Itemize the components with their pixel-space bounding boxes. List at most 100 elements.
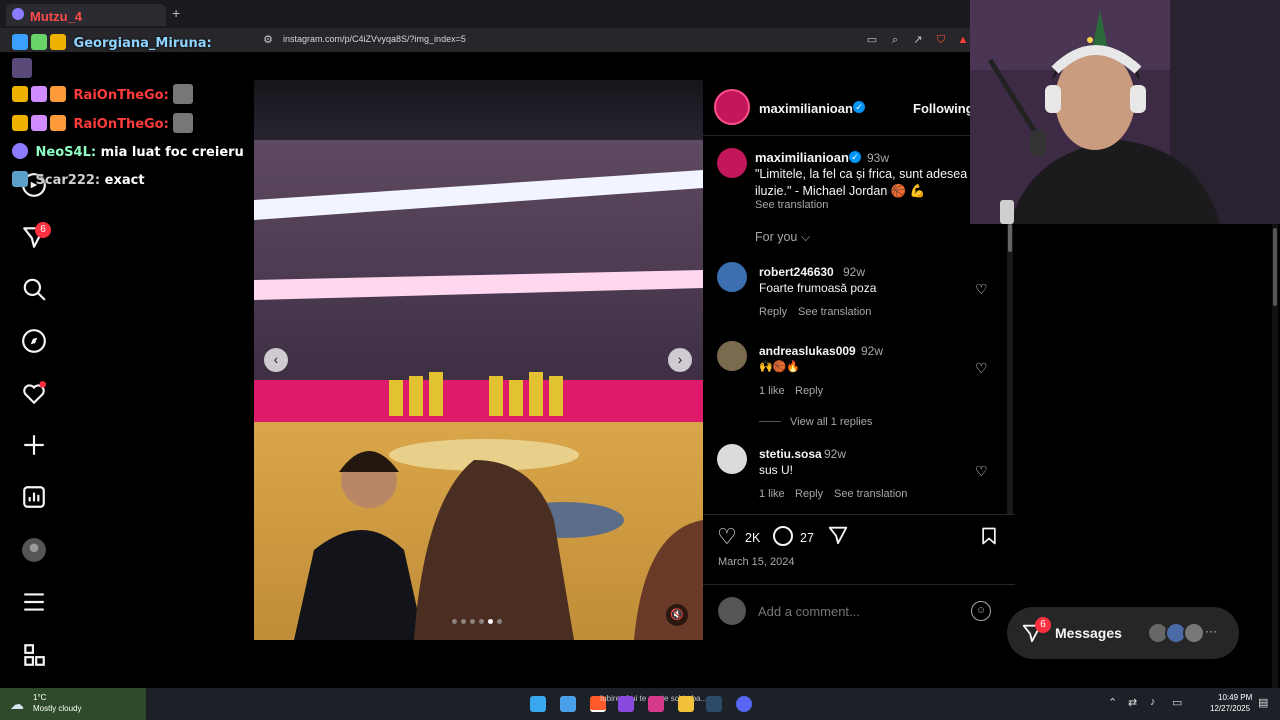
more-icon[interactable]: ···	[1205, 624, 1217, 638]
zoom-icon[interactable]: ⌕	[889, 34, 901, 46]
comment-icon[interactable]	[773, 526, 793, 546]
page-scrollbar-thumb[interactable]	[1273, 228, 1277, 306]
direct-icon[interactable]: 6	[21, 222, 51, 250]
chat-badge	[12, 34, 28, 50]
folder-icon[interactable]	[678, 696, 694, 712]
carousel-dot	[470, 619, 475, 624]
dashboard-icon[interactable]	[21, 484, 47, 510]
comment-likes[interactable]: 1 like	[759, 488, 785, 500]
comment-text: sus U!	[759, 463, 794, 477]
start-icon[interactable]	[530, 696, 546, 712]
previous-image-button[interactable]: ‹	[264, 348, 288, 372]
comment-time: 92w	[843, 265, 866, 279]
new-tab-button[interactable]: +	[172, 5, 180, 21]
my-avatar	[718, 597, 746, 625]
like-comment-icon[interactable]: ♡	[975, 463, 988, 480]
explore-icon[interactable]	[21, 328, 47, 354]
comment-input[interactable]	[758, 602, 958, 620]
display-icon[interactable]: ▭	[1172, 696, 1182, 709]
like-count[interactable]: 2K	[745, 531, 760, 545]
view-replies-button[interactable]: View all 1 replies	[790, 416, 872, 428]
carousel-dot	[452, 619, 457, 624]
comment-count[interactable]: 27	[800, 531, 814, 545]
clock-time[interactable]: 10:49 PM	[1218, 693, 1252, 702]
more-apps-icon[interactable]	[21, 642, 47, 668]
like-comment-icon[interactable]: ♡	[975, 360, 988, 377]
comment-avatar[interactable]	[717, 262, 747, 292]
caption-see-translation[interactable]: See translation	[755, 199, 828, 211]
chat-badge	[12, 171, 28, 187]
app-icon[interactable]	[618, 696, 634, 712]
heart-icon[interactable]	[21, 380, 47, 406]
share-icon[interactable]	[827, 524, 849, 551]
volume-icon[interactable]: ♪	[1150, 696, 1156, 708]
tray-chevron-icon[interactable]: ⌃	[1108, 696, 1117, 709]
author-username[interactable]: maximilianioan	[759, 101, 853, 116]
see-translation-button[interactable]: See translation	[834, 488, 907, 500]
comment-username[interactable]: stetiu.sosa	[759, 447, 822, 461]
media-icon[interactable]: ▭	[866, 34, 878, 46]
carousel-dot-active	[488, 619, 493, 624]
replies-line	[759, 421, 781, 422]
brave-rewards-icon[interactable]: ▲	[957, 34, 969, 46]
chat-user: NeoS4L:	[35, 145, 97, 160]
share-icon[interactable]: ↗	[912, 34, 924, 46]
search-icon[interactable]	[21, 276, 47, 302]
emoji-icon[interactable]: ☺	[971, 601, 991, 621]
save-icon[interactable]	[979, 526, 999, 551]
mute-icon[interactable]: 🔇	[666, 604, 688, 626]
clock-date[interactable]: 12/27/2025	[1210, 704, 1250, 713]
caption-username[interactable]: maximilianioan	[755, 150, 849, 165]
comment-username[interactable]: robert246630	[759, 265, 834, 279]
chat-badge	[12, 86, 28, 102]
chat-avatar	[173, 113, 194, 133]
like-icon[interactable]: ♡	[717, 524, 737, 550]
comment-avatar[interactable]	[717, 341, 747, 371]
chevron-down-icon: ⌵	[800, 230, 811, 244]
webcam-overlay	[970, 0, 1280, 224]
post-details-panel: maximilianioan ✓ Following maximilianioa…	[703, 80, 1015, 640]
reply-button[interactable]: Reply	[759, 306, 787, 318]
network-icon[interactable]: ⇄	[1128, 696, 1137, 709]
caption-avatar[interactable]	[717, 148, 747, 178]
chat-user: Georgiana_Miruna:	[73, 36, 212, 51]
chat-user: RaiOnTheGo:	[73, 88, 169, 103]
author-avatar[interactable]	[714, 89, 750, 125]
menu-icon[interactable]	[21, 589, 47, 615]
create-icon[interactable]	[21, 432, 47, 458]
carousel-dots	[452, 618, 506, 626]
url-text[interactable]: instagram.com/p/C4iZVvyqa8S/?img_index=5	[283, 34, 466, 44]
site-settings-icon[interactable]: ⚙	[262, 34, 274, 46]
for-you-filter[interactable]: For you ⌵	[755, 230, 810, 245]
browser-tab[interactable]: Mutzu_4	[6, 4, 166, 26]
reply-button[interactable]: Reply	[795, 385, 823, 397]
profile-avatar[interactable]	[21, 537, 47, 563]
see-translation-button[interactable]: See translation	[798, 306, 871, 318]
tab-favicon	[12, 8, 24, 20]
comments-scrollbar[interactable]	[1007, 224, 1013, 514]
windows-taskbar: ☁ 1°C Mostly cloudy Iubirea Lui te poate…	[0, 688, 1280, 720]
comments-scrollbar-thumb[interactable]	[1008, 224, 1012, 252]
weather-widget[interactable]: ☁ 1°C Mostly cloudy	[0, 688, 146, 720]
taskview-icon[interactable]	[560, 696, 576, 712]
post-date: March 15, 2024	[718, 556, 795, 568]
messages-button[interactable]: 6 Messages ···	[1007, 607, 1239, 659]
comment-avatar[interactable]	[717, 444, 747, 474]
following-button[interactable]: Following	[913, 101, 974, 116]
chat-message: RaiOnTheGo:	[12, 113, 194, 133]
steam-icon[interactable]	[706, 696, 722, 712]
chat-user: RaiOnTheGo:	[73, 117, 169, 132]
reply-button[interactable]: Reply	[795, 488, 823, 500]
app-icon[interactable]	[648, 696, 664, 712]
chat-badge	[50, 34, 66, 50]
discord-icon[interactable]	[736, 696, 752, 712]
messages-badge: 6	[1035, 617, 1051, 633]
brave-shield-icon[interactable]: ⛉	[935, 34, 947, 46]
next-image-button[interactable]: ›	[668, 348, 692, 372]
notifications-icon[interactable]: ▤	[1258, 696, 1268, 709]
comment-likes[interactable]: 1 like	[759, 385, 785, 397]
like-comment-icon[interactable]: ♡	[975, 281, 988, 298]
post-image[interactable]: ‹ › 🔇	[254, 80, 703, 640]
comment-username[interactable]: andreaslukas009	[759, 344, 856, 358]
chat-badge	[50, 115, 66, 131]
